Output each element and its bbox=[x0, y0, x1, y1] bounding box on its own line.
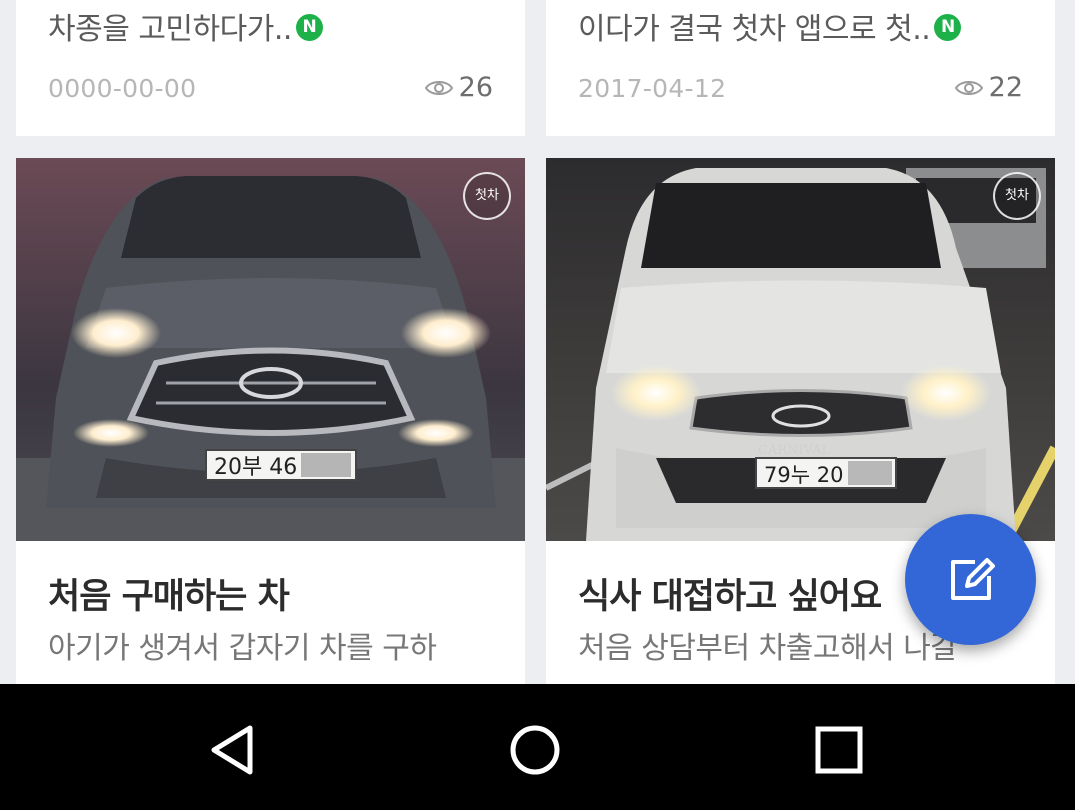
car-photo: CARNIVAL 79누 20 첫차 bbox=[546, 158, 1055, 541]
card-excerpt: 이다가 결국 첫차 앱으로 첫.. N bbox=[578, 4, 1025, 56]
first-car-badge: 첫차 bbox=[463, 172, 511, 220]
svg-text:20부 46: 20부 46 bbox=[214, 455, 297, 480]
recents-icon[interactable] bbox=[809, 720, 869, 780]
new-badge: N bbox=[934, 14, 962, 41]
post-date: 2017-04-12 bbox=[578, 74, 727, 103]
view-count: 26 bbox=[424, 72, 493, 103]
svg-text:CARNIVAL: CARNIVAL bbox=[758, 443, 831, 458]
post-card-1[interactable]: 차종을 고민하다가.. N 0000-00-00 26 bbox=[16, 0, 525, 136]
card-title: 처음 구매하는 차 bbox=[48, 577, 290, 617]
car-photo-kia: CARNIVAL 79누 20 bbox=[546, 158, 1055, 541]
svg-text:79누 20: 79누 20 bbox=[764, 463, 843, 487]
eye-icon bbox=[424, 80, 453, 95]
post-date: 0000-00-00 bbox=[48, 74, 197, 103]
car-photo: 20부 46 첫차 bbox=[16, 158, 525, 541]
first-car-badge: 첫차 bbox=[993, 172, 1041, 220]
back-icon[interactable] bbox=[204, 720, 264, 780]
edit-icon bbox=[950, 557, 995, 600]
write-post-button[interactable] bbox=[905, 514, 1036, 645]
card-excerpt: 차종을 고민하다가.. N bbox=[48, 4, 495, 56]
car-photo-hyundai: 20부 46 bbox=[16, 158, 525, 541]
card-title: 식사 대접하고 싶어요 bbox=[578, 577, 882, 617]
home-icon[interactable] bbox=[505, 720, 565, 780]
post-card-3[interactable]: 20부 46 첫차 처음 구매하는 차 아기가 생겨서 갑자기 차를 구하 bbox=[16, 158, 525, 698]
new-badge: N bbox=[295, 14, 323, 41]
card-excerpt: 아기가 생겨서 갑자기 차를 구하 bbox=[48, 631, 437, 666]
eye-icon bbox=[954, 80, 983, 95]
view-count: 22 bbox=[954, 72, 1023, 103]
post-card-2[interactable]: 이다가 결국 첫차 앱으로 첫.. N 2017-04-12 22 bbox=[546, 0, 1055, 136]
system-navigation-bar bbox=[0, 684, 1075, 810]
